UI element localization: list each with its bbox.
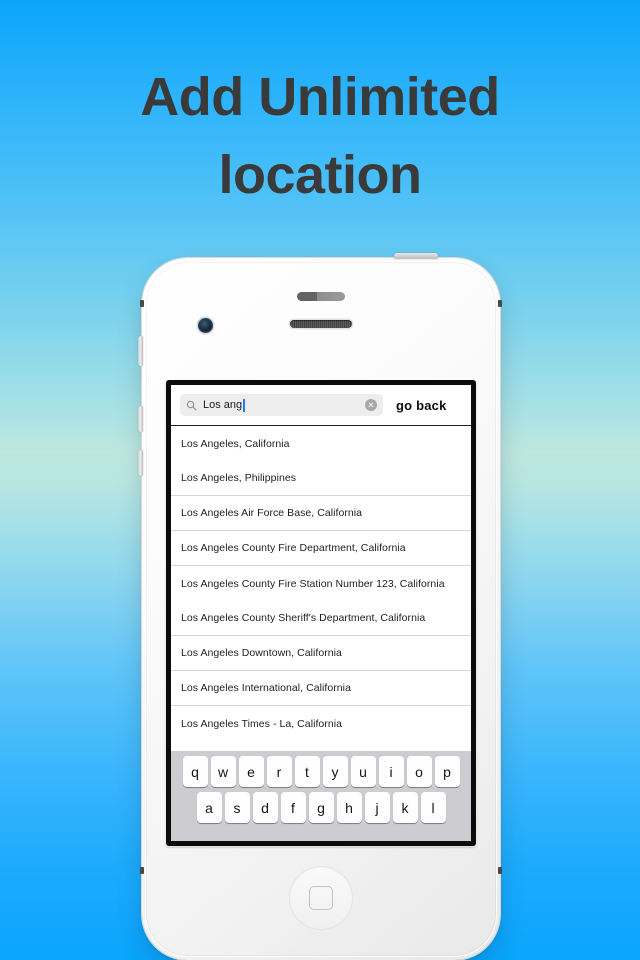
key-t[interactable]: t	[294, 756, 320, 787]
search-value-wrapper: Los ang	[203, 398, 365, 412]
home-button-square-icon	[309, 886, 333, 910]
proximity-sensor	[297, 292, 345, 301]
suggestion-item[interactable]: Los Angeles International, California	[171, 671, 471, 706]
screen-bezel: Los ang go back Los Angeles, California L…	[166, 380, 476, 846]
page-title-line-1: Add Unlimited	[140, 67, 500, 127]
suggestion-item[interactable]: Los Angeles, California	[171, 426, 471, 461]
volume-down-button[interactable]	[138, 450, 143, 476]
phone-screen: Los ang go back Los Angeles, California L…	[171, 385, 471, 841]
key-w[interactable]: w	[210, 756, 236, 787]
volume-up-button[interactable]	[138, 406, 143, 432]
key-q[interactable]: q	[182, 756, 208, 787]
key-s[interactable]: s	[224, 792, 250, 823]
search-input[interactable]: Los ang	[180, 394, 383, 416]
antenna-notch	[498, 300, 502, 307]
suggestion-item[interactable]: Los Angeles County Fire Department, Cali…	[171, 531, 471, 566]
onscreen-keyboard: qwertyuiop asdfghjkl	[171, 751, 471, 841]
suggestion-item[interactable]: Los Angeles, Philippines	[171, 461, 471, 496]
page-title: Add Unlimited location	[0, 58, 640, 215]
key-p[interactable]: p	[434, 756, 460, 787]
search-icon	[186, 400, 197, 410]
silent-switch[interactable]	[138, 336, 143, 366]
antenna-notch	[140, 867, 144, 874]
suggestion-item[interactable]: Los Angeles Downtown, California	[171, 636, 471, 671]
key-r[interactable]: r	[266, 756, 292, 787]
suggestion-list: Los Angeles, California Los Angeles, Phil…	[171, 426, 471, 741]
key-f[interactable]: f	[280, 792, 306, 823]
antenna-notch	[140, 300, 144, 307]
antenna-notch	[498, 867, 502, 874]
front-camera-icon	[198, 318, 213, 333]
home-button[interactable]	[289, 866, 353, 930]
key-g[interactable]: g	[308, 792, 334, 823]
page-title-line-2: location	[218, 145, 422, 206]
key-h[interactable]: h	[336, 792, 362, 823]
key-k[interactable]: k	[392, 792, 418, 823]
go-back-button[interactable]: go back	[396, 398, 447, 413]
key-a[interactable]: a	[196, 792, 222, 823]
suggestion-item[interactable]: Los Angeles County Sheriff's Department,…	[171, 601, 471, 636]
text-caret	[243, 398, 245, 412]
search-input-value: Los ang	[203, 399, 243, 411]
suggestion-item[interactable]: Los Angeles Air Force Base, California	[171, 496, 471, 531]
power-button[interactable]	[394, 253, 438, 259]
key-j[interactable]: j	[364, 792, 390, 823]
keyboard-row: qwertyuiop	[171, 756, 471, 787]
suggestion-item[interactable]: Los Angeles Times - La, California	[171, 706, 471, 741]
smartphone-mockup: Los ang go back Los Angeles, California L…	[138, 253, 502, 960]
key-e[interactable]: e	[238, 756, 264, 787]
key-u[interactable]: u	[350, 756, 376, 787]
keyboard-row: asdfghjkl	[171, 792, 471, 823]
key-y[interactable]: y	[322, 756, 348, 787]
earpiece-speaker	[290, 320, 352, 328]
key-d[interactable]: d	[252, 792, 278, 823]
clear-icon[interactable]	[365, 399, 377, 411]
promo-screenshot: Add Unlimited location Los ang go back L…	[0, 0, 640, 960]
key-l[interactable]: l	[420, 792, 446, 823]
key-i[interactable]: i	[378, 756, 404, 787]
search-bar: Los ang go back	[171, 385, 471, 426]
key-o[interactable]: o	[406, 756, 432, 787]
suggestion-item[interactable]: Los Angeles County Fire Station Number 1…	[171, 566, 471, 601]
